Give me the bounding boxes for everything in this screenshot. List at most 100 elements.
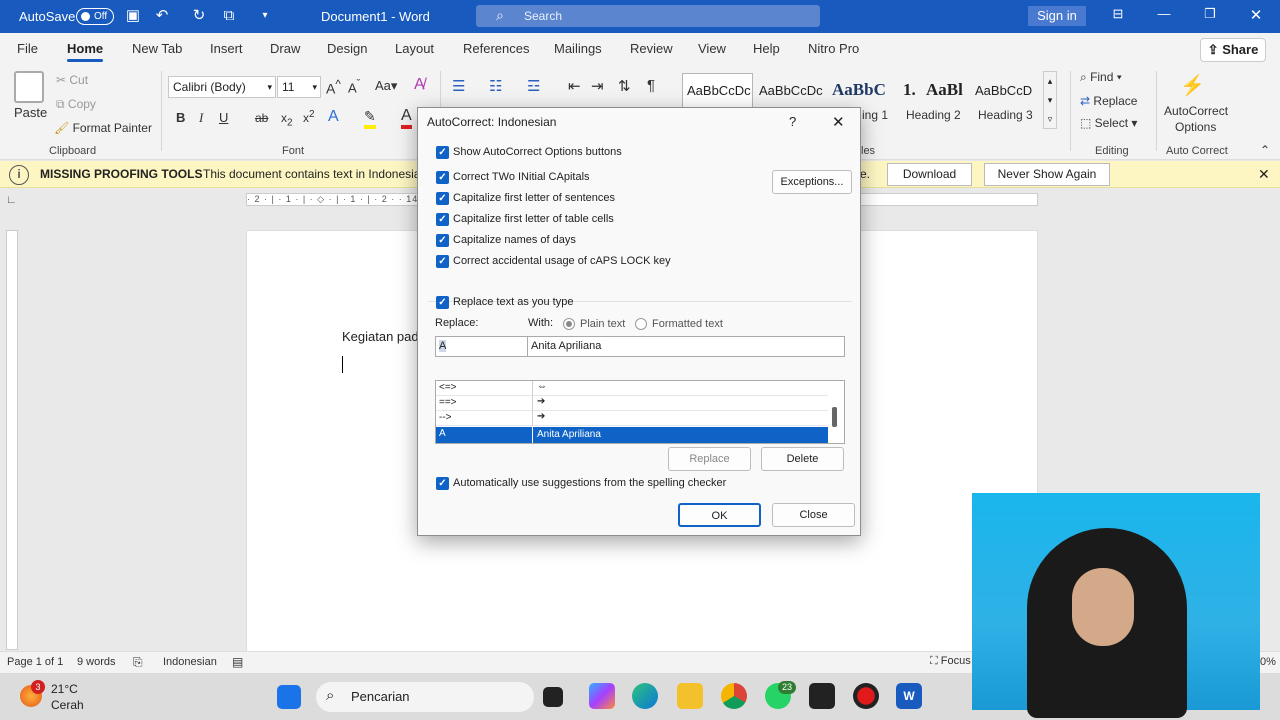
style-no-spacing-sample[interactable]: AaBbCcDc [759, 83, 823, 98]
tab-insert[interactable]: Insert [210, 41, 243, 56]
autocorrect-label[interactable]: AutoCorrect [1164, 104, 1228, 118]
list-item-selected[interactable]: A Anita Apriliana [436, 427, 828, 443]
language-status[interactable]: Indonesian [163, 656, 217, 668]
share-button[interactable]: ⇪ Share [1200, 38, 1266, 62]
infobar-close-icon[interactable]: ✕ [1258, 166, 1270, 183]
sign-in-button[interactable]: Sign in [1028, 6, 1086, 26]
weather-desc[interactable]: Cerah [51, 698, 84, 712]
show-marks-icon[interactable]: ¶ [647, 77, 655, 94]
autosave-toggle[interactable]: Off [76, 8, 114, 25]
file-explorer-icon[interactable] [677, 683, 703, 709]
style-heading3-sample[interactable]: AaBbCcD [975, 83, 1032, 98]
never-show-again-button[interactable]: Never Show Again [984, 163, 1110, 186]
tab-home[interactable]: Home [67, 41, 104, 62]
ribbon-display-icon[interactable]: ⊟ [1106, 6, 1130, 26]
ok-button[interactable]: OK [678, 503, 761, 527]
replace-button[interactable]: Replace [668, 447, 751, 471]
help-button[interactable]: ? [789, 114, 796, 129]
tab-layout[interactable]: Layout [395, 41, 434, 56]
focus-button[interactable]: ⛶ Focus [930, 655, 971, 668]
tab-design[interactable]: Design [327, 41, 367, 56]
delete-button[interactable]: Delete [761, 447, 844, 471]
redo-icon[interactable]: ↻ [190, 7, 208, 25]
restore-icon[interactable]: ❐ [1198, 6, 1222, 26]
save-icon[interactable]: ▣ [124, 7, 142, 25]
style-heading1-sample[interactable]: AaBbC [832, 80, 886, 100]
italic-icon[interactable]: I [199, 110, 203, 126]
tab-draw[interactable]: Draw [270, 41, 300, 56]
autocorrect-icon[interactable]: ⚡ [1180, 73, 1205, 98]
capcut-icon[interactable] [809, 683, 835, 709]
word-count[interactable]: 9 words [77, 656, 116, 668]
collapse-ribbon-icon[interactable]: ⌃ [1260, 143, 1270, 157]
find-button[interactable]: ⌕ Find ▾ [1080, 70, 1122, 85]
taskbar-search[interactable]: ⌕ Pencarian [316, 682, 534, 712]
grow-font-icon[interactable]: A^ [326, 78, 341, 97]
bold-icon[interactable]: B [176, 110, 185, 125]
highlight-icon[interactable]: ✎ [364, 108, 376, 129]
tab-selector[interactable]: ∟ [6, 194, 17, 206]
list-scrollbar[interactable] [832, 407, 837, 427]
with-input[interactable]: Anita Apriliana [527, 336, 845, 357]
format-painter-button[interactable]: 🖌 Format Painter [54, 121, 152, 135]
paste-label[interactable]: Paste [14, 105, 47, 120]
proofing-icon[interactable]: ⎘ [133, 655, 143, 670]
tab-file[interactable]: File [17, 41, 38, 56]
tab-new-tab[interactable]: New Tab [132, 41, 182, 56]
tab-references[interactable]: References [463, 41, 529, 56]
accessibility-icon[interactable]: ▤ [232, 655, 243, 669]
recorder-icon[interactable] [853, 683, 879, 709]
superscript-icon[interactable]: x2 [303, 109, 315, 125]
customize-qat-icon[interactable]: ▾ [256, 7, 274, 25]
style-heading2-sample[interactable]: AaBl [926, 80, 963, 100]
increase-indent-icon[interactable]: ⇥ [591, 77, 604, 95]
minimize-icon[interactable]: — [1152, 6, 1176, 26]
autocorrect-list[interactable]: <=> ⇔ ==> ➔ --> ➔ A Anita Apriliana [435, 380, 845, 444]
task-view-icon[interactable] [543, 687, 563, 707]
styles-scroll[interactable]: ▴ ▾ ▿ [1043, 71, 1057, 129]
copilot-icon[interactable] [589, 683, 615, 709]
undo-icon[interactable]: ↶ [153, 7, 171, 25]
numbering-icon[interactable]: ☷ [489, 77, 502, 95]
zoom-level[interactable]: 0% [1260, 656, 1276, 668]
subscript-icon[interactable]: x2 [281, 111, 293, 128]
replace-ribbon-button[interactable]: ⇄ Replace [1080, 94, 1137, 108]
weather-temp[interactable]: 21°C [51, 682, 78, 696]
style-list-sample[interactable]: 1. [903, 80, 916, 100]
autocorrect-options-label[interactable]: Options [1175, 120, 1216, 134]
list-item[interactable]: ==> ➔ [436, 396, 828, 411]
list-item[interactable]: <=> ⇔ [436, 381, 828, 396]
edge-icon[interactable] [632, 683, 658, 709]
chrome-icon[interactable] [721, 683, 747, 709]
strikethrough-icon[interactable]: ab [255, 111, 268, 125]
start-icon[interactable] [277, 685, 301, 709]
underline-icon[interactable]: U [219, 110, 228, 125]
download-button[interactable]: Download [887, 163, 972, 186]
dialog-close-icon[interactable]: ✕ [832, 113, 845, 131]
radio-plain-text[interactable] [563, 318, 575, 330]
font-size-combo[interactable]: 11 ▾ [277, 76, 321, 98]
clear-formatting-icon[interactable]: A̸ [414, 76, 425, 94]
shrink-font-icon[interactable]: Aˇ [348, 78, 360, 95]
exceptions-button[interactable]: Exceptions... [772, 170, 852, 194]
multilevel-list-icon[interactable]: ☲ [527, 77, 540, 95]
close-button[interactable]: Close [772, 503, 855, 527]
decrease-indent-icon[interactable]: ⇤ [568, 77, 581, 95]
tab-help[interactable]: Help [753, 41, 780, 56]
font-name-combo[interactable]: Calibri (Body) ▾ [168, 76, 276, 98]
replace-input[interactable]: A [435, 336, 528, 357]
search-box[interactable]: ⌕ Search [476, 5, 820, 27]
touch-mode-icon[interactable]: ⧉ [220, 7, 238, 25]
paste-icon[interactable] [14, 71, 44, 103]
tab-mailings[interactable]: Mailings [554, 41, 602, 56]
radio-formatted-text[interactable] [635, 318, 647, 330]
select-button[interactable]: ⬚ Select ▾ [1080, 116, 1137, 130]
close-window-icon[interactable]: ✕ [1244, 6, 1268, 26]
text-effects-icon[interactable]: A [328, 108, 339, 126]
list-item[interactable]: --> ➔ [436, 411, 828, 426]
word-icon[interactable]: W [896, 683, 922, 709]
copy-button[interactable]: ⧉ Copy [56, 97, 96, 112]
tab-nitro-pro[interactable]: Nitro Pro [808, 41, 859, 56]
sort-icon[interactable]: ⇅ [618, 77, 631, 95]
tab-review[interactable]: Review [630, 41, 673, 56]
